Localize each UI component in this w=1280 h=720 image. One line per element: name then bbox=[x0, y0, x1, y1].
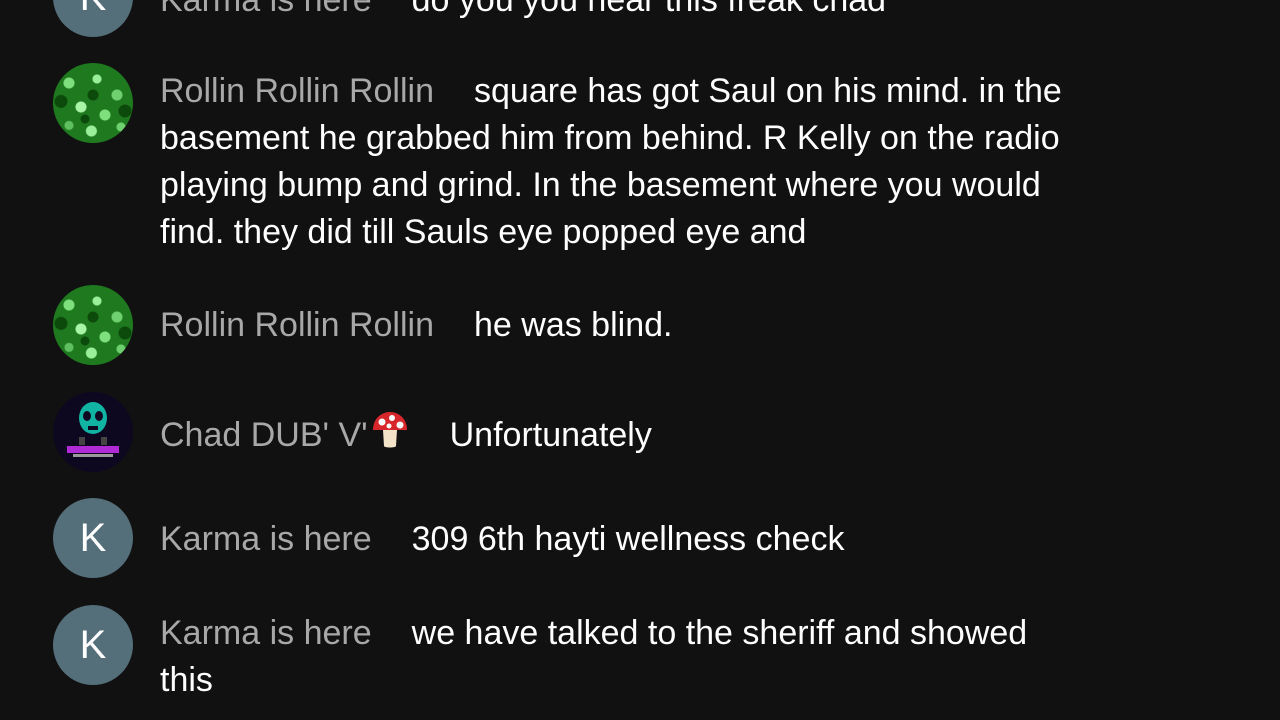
message-text: Unfortunately bbox=[449, 416, 652, 454]
live-chat-feed: K Karma is here do you you hear this frea… bbox=[0, 0, 1280, 720]
message-text: he was blind. bbox=[474, 306, 673, 344]
chat-message-line: Karma is here do you you hear this freak … bbox=[160, 0, 1220, 24]
avatar[interactable] bbox=[53, 63, 133, 143]
avatar[interactable]: K bbox=[53, 0, 133, 37]
message-text: 309 6th hayti wellness check bbox=[411, 520, 845, 558]
chat-message-line: Karma is here we have talked to the sheri… bbox=[160, 610, 1220, 657]
author-name[interactable]: Chad DUB' V' bbox=[160, 416, 368, 454]
avatar[interactable]: K bbox=[53, 605, 133, 685]
message-text: do you you hear this freak chad bbox=[411, 0, 887, 19]
avatar[interactable] bbox=[53, 392, 133, 472]
skull-logo-icon bbox=[53, 392, 133, 472]
message-text: playing bump and grind. In the basement … bbox=[160, 166, 1041, 204]
message-text: we have talked to the sheriff and showed bbox=[411, 614, 1028, 652]
author-name[interactable]: Rollin Rollin Rollin bbox=[160, 72, 434, 110]
mushroom-icon bbox=[370, 410, 410, 450]
message-text: this bbox=[160, 661, 213, 699]
author-name[interactable]: Karma is here bbox=[160, 520, 372, 558]
author-name[interactable]: Rollin Rollin Rollin bbox=[160, 306, 434, 344]
author-name[interactable]: Karma is here bbox=[160, 614, 372, 652]
chat-message-line: Rollin Rollin Rollin square has got Saul … bbox=[160, 68, 1220, 115]
avatar[interactable]: K bbox=[53, 498, 133, 578]
chat-message-line: Rollin Rollin Rollin he was blind. bbox=[160, 302, 1220, 349]
message-text: square has got Saul on his mind. in the bbox=[474, 72, 1062, 110]
avatar[interactable] bbox=[53, 285, 133, 365]
chat-message-line: Chad DUB' V' Unfortunately bbox=[160, 410, 1220, 459]
chat-message-line: Karma is here 309 6th hayti wellness chec… bbox=[160, 516, 1220, 563]
message-text: find. they did till Sauls eye popped eye… bbox=[160, 213, 807, 251]
message-text: basement he grabbed him from behind. R K… bbox=[160, 119, 1060, 157]
author-name[interactable]: Karma is here bbox=[160, 0, 372, 19]
